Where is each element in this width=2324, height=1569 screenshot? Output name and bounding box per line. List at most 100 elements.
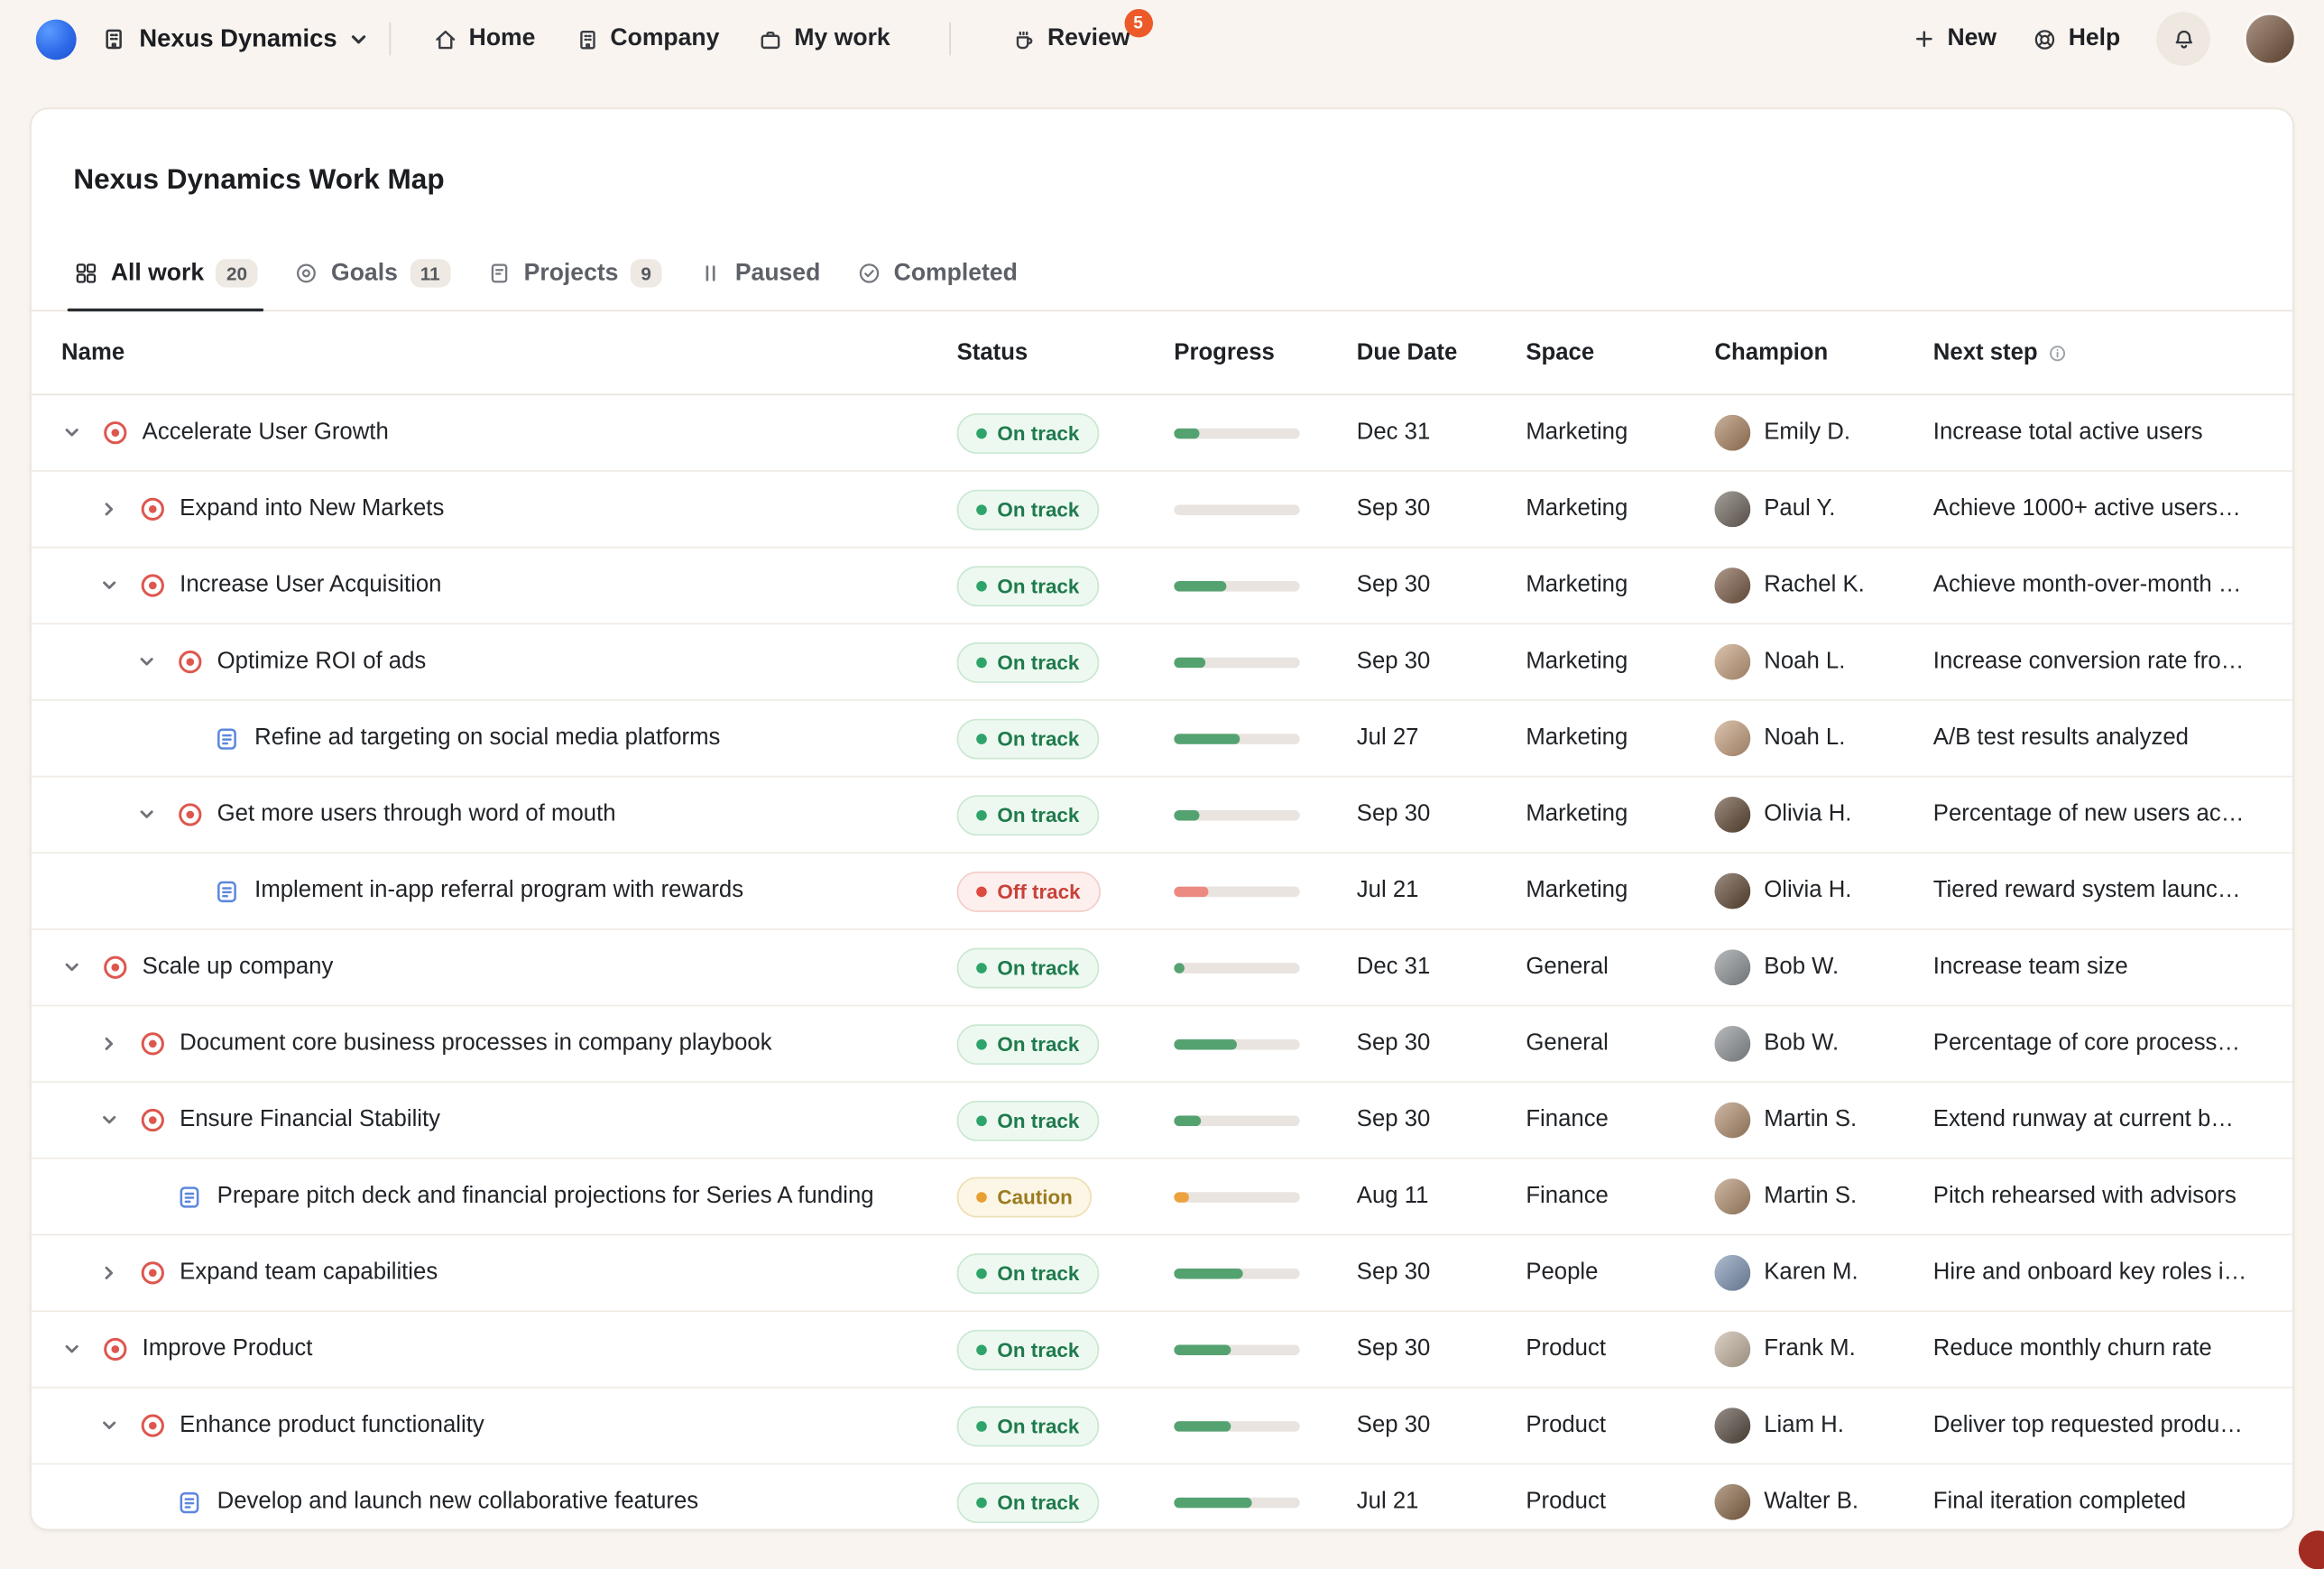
nav-my-work[interactable]: My work — [759, 25, 890, 52]
chevron-icon[interactable] — [61, 1340, 100, 1361]
champion-cell: Olivia H. — [1714, 798, 1932, 834]
table-row[interactable]: Prepare pitch deck and financial project… — [32, 1159, 2292, 1236]
new-button[interactable]: New — [1913, 25, 1997, 52]
help-button[interactable]: Help — [2033, 25, 2120, 52]
tab-completed[interactable]: Completed — [838, 237, 1036, 310]
chevron-icon[interactable] — [136, 805, 175, 826]
table-row[interactable]: Document core business processes in comp… — [32, 1007, 2292, 1084]
chevron-icon[interactable] — [99, 1111, 138, 1131]
table-row[interactable]: Refine ad targeting on social media plat… — [32, 702, 2292, 779]
row-name[interactable]: Get more users through word of mouth — [217, 799, 616, 831]
row-name[interactable]: Increase User Acquisition — [180, 570, 441, 602]
tab-label: Goals — [331, 261, 398, 288]
row-name-cell: Expand team capabilities — [32, 1236, 957, 1311]
tab-paused[interactable]: Paused — [679, 237, 838, 310]
row-name[interactable]: Accelerate User Growth — [143, 418, 389, 449]
info-icon[interactable] — [2047, 343, 2068, 364]
row-name-cell: Ensure Financial Stability — [32, 1084, 957, 1158]
workspace-switcher[interactable]: Nexus Dynamics — [100, 24, 368, 53]
table-row[interactable]: Expand team capabilities On track Sep 30… — [32, 1236, 2292, 1313]
status-cell: Caution — [957, 1177, 1175, 1217]
table-row[interactable]: Expand into New Markets On track Sep 30 … — [32, 473, 2292, 549]
progress-bar — [1174, 658, 1299, 669]
chevron-icon[interactable] — [99, 576, 138, 596]
nav-home[interactable]: Home — [433, 25, 536, 52]
progress-fill — [1174, 734, 1239, 744]
progress-cell — [1174, 1421, 1356, 1432]
app-logo[interactable] — [36, 19, 77, 60]
nav-my-work-label: My work — [794, 25, 890, 52]
row-name[interactable]: Optimize ROI of ads — [217, 647, 427, 678]
champion-name: Frank M. — [1764, 1336, 1856, 1363]
row-name[interactable]: Document core business processes in comp… — [180, 1029, 771, 1060]
champion-name: Karen M. — [1764, 1260, 1858, 1288]
workspace-name: Nexus Dynamics — [139, 24, 337, 53]
avatar — [1714, 798, 1750, 834]
tab-count: 9 — [631, 260, 662, 289]
row-name-cell: Enhance product functionality — [32, 1389, 957, 1463]
row-name[interactable]: Expand into New Markets — [180, 494, 444, 526]
progress-bar — [1174, 1039, 1299, 1050]
progress-bar — [1174, 1269, 1299, 1279]
row-name[interactable]: Enhance product functionality — [180, 1410, 484, 1442]
chevron-icon[interactable] — [99, 1034, 138, 1055]
table-row[interactable]: Scale up company On track Dec 31 General… — [32, 930, 2292, 1007]
user-avatar[interactable] — [2246, 15, 2294, 63]
chevron-icon[interactable] — [61, 957, 100, 978]
tab-projects[interactable]: Projects 9 — [468, 237, 679, 310]
table-row[interactable]: Implement in-app referral program with r… — [32, 854, 2292, 931]
progress-cell — [1174, 810, 1356, 821]
status-dot-icon — [976, 886, 987, 897]
chevron-icon[interactable] — [99, 1263, 138, 1284]
row-name[interactable]: Implement in-app referral program with r… — [254, 876, 743, 908]
table-row[interactable]: Optimize ROI of ads On track Sep 30 Mark… — [32, 625, 2292, 702]
row-name-cell: Accelerate User Growth — [32, 396, 957, 471]
progress-bar — [1174, 1498, 1299, 1509]
nav-company[interactable]: Company — [575, 25, 720, 52]
row-name[interactable]: Improve Product — [143, 1334, 313, 1366]
help-button-label: Help — [2069, 25, 2121, 52]
due-date: Aug 11 — [1357, 1184, 1526, 1211]
status-cell: On track — [957, 490, 1175, 531]
progress-cell — [1174, 581, 1356, 592]
tab-goals[interactable]: Goals 11 — [276, 237, 469, 310]
table-row[interactable]: Improve Product On track Sep 30 Product … — [32, 1313, 2292, 1389]
avatar — [1714, 644, 1750, 680]
column-header-due-date: Due Date — [1357, 340, 1526, 367]
space-label: Marketing — [1526, 802, 1714, 829]
table-row[interactable]: Develop and launch new collaborative fea… — [32, 1465, 2292, 1530]
chevron-icon[interactable] — [99, 499, 138, 520]
row-type-icon — [213, 725, 254, 753]
next-step: Extend runway at current b… — [1933, 1107, 2292, 1134]
chevron-icon[interactable] — [61, 423, 100, 444]
nav-company-label: Company — [610, 25, 719, 52]
next-step: Deliver top requested produ… — [1933, 1413, 2292, 1440]
space-label: Product — [1526, 1336, 1714, 1363]
status-dot-icon — [976, 1344, 987, 1355]
table-row[interactable]: Get more users through word of mouth On … — [32, 778, 2292, 854]
row-name[interactable]: Prepare pitch deck and financial project… — [217, 1182, 874, 1214]
building-icon — [100, 25, 127, 52]
progress-fill — [1174, 658, 1205, 669]
row-name[interactable]: Scale up company — [143, 953, 334, 984]
champion-name: Martin S. — [1764, 1184, 1857, 1211]
table-row[interactable]: Enhance product functionality On track S… — [32, 1389, 2292, 1465]
table-row[interactable]: Increase User Acquisition On track Sep 3… — [32, 549, 2292, 625]
row-type-icon — [138, 571, 180, 601]
row-name[interactable]: Expand team capabilities — [180, 1258, 438, 1289]
project-icon — [213, 878, 242, 907]
row-type-icon — [138, 1106, 180, 1136]
row-type-icon — [213, 878, 254, 907]
notifications-button[interactable] — [2156, 12, 2210, 66]
chevron-icon[interactable] — [136, 652, 175, 673]
nav-review[interactable]: Review 5 — [1011, 25, 1130, 52]
chevron-icon[interactable] — [99, 1416, 138, 1436]
row-name[interactable]: Develop and launch new collaborative fea… — [217, 1487, 698, 1518]
goal-icon — [138, 1411, 168, 1441]
row-name[interactable]: Refine ad targeting on social media plat… — [254, 724, 720, 755]
row-name[interactable]: Ensure Financial Stability — [180, 1105, 440, 1137]
table-row[interactable]: Accelerate User Growth On track Dec 31 M… — [32, 396, 2292, 473]
document-icon — [486, 262, 512, 287]
table-row[interactable]: Ensure Financial Stability On track Sep … — [32, 1084, 2292, 1160]
tab-all-work[interactable]: All work 20 — [55, 237, 275, 310]
